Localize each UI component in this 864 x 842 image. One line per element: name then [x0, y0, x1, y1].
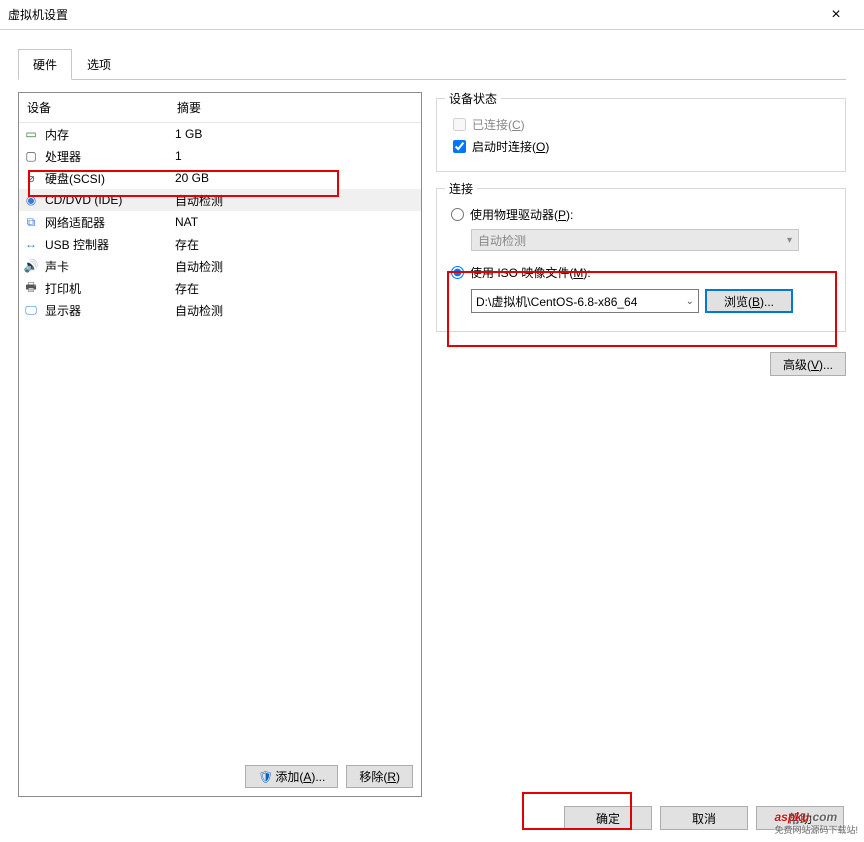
- device-row[interactable]: ▢ 处理器1: [19, 145, 421, 167]
- device-name: 打印机: [45, 280, 175, 297]
- shield-icon: 🛡: [258, 770, 273, 784]
- header-summary: 摘要: [177, 99, 201, 116]
- iso-row[interactable]: 使用 ISO 映像文件(M):: [451, 261, 831, 283]
- status-legend: 设备状态: [445, 90, 501, 107]
- usb-icon: ↔: [23, 236, 39, 252]
- tab-hardware[interactable]: 硬件: [18, 49, 72, 80]
- device-rows: ▭内存1 GB▢处理器1⌀硬盘(SCSI)20 GB◉CD/DVD (IDE)自…: [19, 123, 421, 321]
- device-name: 显示器: [45, 302, 175, 319]
- connection-group: 连接 使用物理驱动器(P): 自动检测▾ 使用 ISO 映像文件(M): D:\…: [436, 188, 846, 332]
- connection-legend: 连接: [445, 180, 477, 197]
- cd-icon: ◉: [23, 192, 39, 208]
- chevron-down-icon[interactable]: ⌄: [686, 296, 694, 307]
- device-row[interactable]: ◉ CD/DVD (IDE)自动检测: [19, 189, 421, 211]
- browse-button[interactable]: 浏览(B)...: [705, 289, 793, 313]
- help-button[interactable]: 帮助: [756, 806, 844, 830]
- add-button[interactable]: 🛡添加(A)...: [245, 765, 338, 788]
- left-buttons: 🛡添加(A)... 移除(R): [245, 765, 413, 788]
- dialog-buttons: 确定 取消 帮助: [564, 806, 844, 830]
- connect-at-power-row[interactable]: 启动时连接(O): [451, 135, 831, 157]
- device-row[interactable]: ↔ USB 控制器存在: [19, 233, 421, 255]
- device-list-header: 设备 摘要: [19, 93, 421, 123]
- device-name: 硬盘(SCSI): [45, 170, 175, 187]
- device-name: 网络适配器: [45, 214, 175, 231]
- device-summary: 存在: [175, 280, 199, 297]
- printer-icon: 🖶: [23, 280, 39, 296]
- device-row[interactable]: ⌀ 硬盘(SCSI)20 GB: [19, 167, 421, 189]
- advanced-row: 高级(V)...: [436, 352, 846, 376]
- iso-path-input[interactable]: D:\虚拟机\CentOS-6.8-x86_64⌄: [471, 289, 699, 313]
- right-pane: 设备状态 已连接(C) 启动时连接(O) 连接 使用物理驱动器(P): 自动检测…: [436, 92, 846, 797]
- cpu-icon: ▢: [23, 148, 39, 164]
- connect-at-power-checkbox[interactable]: [453, 140, 466, 153]
- device-summary: 自动检测: [175, 302, 223, 319]
- device-row[interactable]: 🖶 打印机存在: [19, 277, 421, 299]
- tabs: 硬件 选项: [0, 30, 864, 80]
- display-icon: 🖵: [23, 302, 39, 318]
- ok-button[interactable]: 确定: [564, 806, 652, 830]
- device-name: CD/DVD (IDE): [45, 193, 175, 207]
- memory-icon: ▭: [23, 126, 39, 142]
- iso-input-row: D:\虚拟机\CentOS-6.8-x86_64⌄ 浏览(B)...: [471, 289, 831, 313]
- content: 设备 摘要 ▭ 内存1 GB ▢ 处理器1 ⌀ 硬盘(SCSI)20 GB ◉ CD/DVD …: [0, 80, 864, 815]
- connected-row[interactable]: 已连接(C): [451, 113, 831, 135]
- device-row[interactable]: ⧉ 网络适配器NAT: [19, 211, 421, 233]
- physical-drive-combo: 自动检测▾: [471, 229, 799, 251]
- device-summary: 自动检测: [175, 192, 223, 209]
- device-summary: 20 GB: [175, 171, 209, 185]
- device-summary: 1: [175, 149, 182, 163]
- window-title: 虚拟机设置: [8, 6, 816, 23]
- device-row[interactable]: 🖵 显示器自动检测: [19, 299, 421, 321]
- titlebar: 虚拟机设置 ×: [0, 0, 864, 30]
- device-row[interactable]: 🔊 声卡自动检测: [19, 255, 421, 277]
- device-row[interactable]: ▭ 内存1 GB: [19, 123, 421, 145]
- advanced-button[interactable]: 高级(V)...: [770, 352, 846, 376]
- device-summary: 自动检测: [175, 258, 223, 275]
- disk-icon: ⌀: [23, 170, 39, 186]
- device-name: 内存: [45, 126, 175, 143]
- device-summary: 1 GB: [175, 127, 202, 141]
- device-list-pane: 设备 摘要 ▭ 内存1 GB ▢ 处理器1 ⌀ 硬盘(SCSI)20 GB ◉ CD/DVD …: [18, 92, 422, 797]
- close-icon[interactable]: ×: [816, 6, 856, 24]
- physical-drive-row[interactable]: 使用物理驱动器(P):: [451, 203, 831, 225]
- device-status-group: 设备状态 已连接(C) 启动时连接(O): [436, 98, 846, 172]
- remove-button[interactable]: 移除(R): [346, 765, 413, 788]
- cancel-button[interactable]: 取消: [660, 806, 748, 830]
- connected-checkbox: [453, 118, 466, 131]
- sound-icon: 🔊: [23, 258, 39, 274]
- device-name: 处理器: [45, 148, 175, 165]
- net-icon: ⧉: [23, 214, 39, 230]
- tab-options[interactable]: 选项: [72, 49, 126, 80]
- device-name: 声卡: [45, 258, 175, 275]
- iso-radio[interactable]: [451, 266, 464, 279]
- device-summary: NAT: [175, 215, 198, 229]
- device-summary: 存在: [175, 236, 199, 253]
- physical-radio[interactable]: [451, 208, 464, 221]
- header-device: 设备: [27, 99, 177, 116]
- chevron-down-icon: ▾: [787, 235, 792, 246]
- device-name: USB 控制器: [45, 236, 175, 253]
